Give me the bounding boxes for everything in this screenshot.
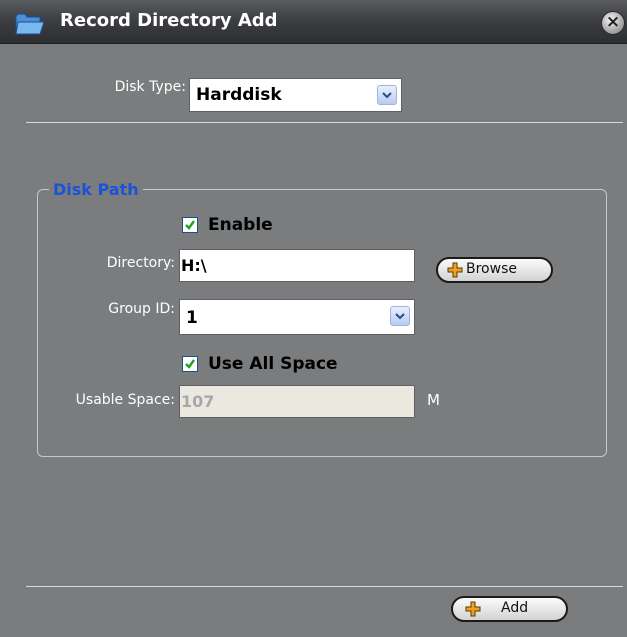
add-label: Add [501, 600, 529, 616]
dialog-title: Record Directory Add [60, 10, 278, 31]
use-all-space-label: Use All Space [208, 354, 338, 374]
group-id-select[interactable]: 1 [179, 299, 415, 335]
disk-type-label: Disk Type: [114, 79, 186, 95]
disk-type-value: Harddisk [196, 85, 282, 105]
usable-space-input: 107 [179, 385, 415, 418]
directory-input[interactable]: H:\ [179, 249, 415, 282]
use-all-space-checkbox[interactable] [182, 356, 198, 372]
group-id-label: Group ID: [108, 301, 175, 317]
enable-label: Enable [208, 215, 273, 235]
plus-icon [447, 262, 463, 278]
browse-button[interactable]: Browse [436, 257, 553, 283]
group-id-value: 1 [186, 308, 198, 328]
directory-label: Directory: [106, 255, 175, 271]
chevron-down-icon[interactable] [377, 85, 397, 105]
enable-checkbox[interactable] [182, 217, 198, 233]
plus-icon [465, 601, 481, 617]
folder-icon [15, 13, 45, 35]
close-icon: × [605, 12, 621, 32]
title-bar[interactable]: Record Directory Add × [0, 0, 627, 44]
chevron-down-icon[interactable] [390, 306, 410, 326]
bottom-divider [26, 586, 623, 587]
record-directory-add-dialog: Record Directory Add × Disk Type: Harddi… [0, 0, 627, 637]
add-button[interactable]: Add [451, 596, 568, 622]
close-button[interactable]: × [601, 11, 625, 35]
usable-space-label: Usable Space: [75, 392, 175, 408]
disk-type-select[interactable]: Harddisk [189, 78, 402, 112]
top-divider [26, 122, 623, 123]
disk-path-legend: Disk Path [49, 180, 143, 199]
browse-label: Browse [466, 261, 517, 277]
usable-space-unit: M [427, 391, 440, 409]
